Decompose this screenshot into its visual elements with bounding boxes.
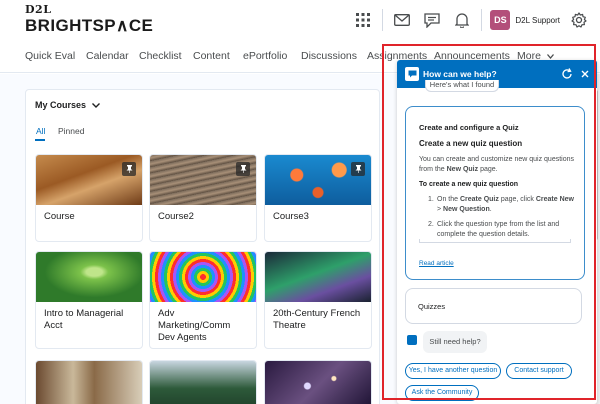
course-title: Course3 [273, 211, 309, 222]
my-courses-title[interactable]: My Courses [35, 100, 101, 110]
course-image [265, 252, 371, 302]
course-title: Intro to Managerial Acct [44, 308, 124, 331]
course-title: Adv Marketing/Comm Dev Agents [158, 308, 231, 343]
chevron-down-icon [92, 102, 101, 108]
course-image [36, 361, 142, 404]
pin-icon[interactable] [351, 162, 365, 176]
my-courses-widget [25, 89, 380, 404]
header: D2L BRIGHTSP∧CE DS D2L Support [0, 0, 600, 40]
course-title: Course [44, 211, 75, 222]
tab-pinned[interactable]: Pinned [58, 126, 84, 136]
course-card[interactable]: Course2 [149, 154, 257, 242]
nav-item-content[interactable]: Content [193, 50, 230, 62]
course-image [150, 361, 256, 404]
course-image [150, 252, 256, 302]
tab-active-indicator [35, 139, 45, 141]
tab-all[interactable]: All [36, 126, 45, 136]
course-card[interactable]: Adv Marketing/Comm Dev Agents [149, 251, 257, 349]
mail-icon[interactable] [387, 0, 417, 40]
user-name[interactable]: D2L Support [515, 16, 560, 25]
highlight-box [382, 44, 596, 400]
course-card[interactable]: Intro to Managerial Acct [35, 251, 143, 349]
pin-icon[interactable] [236, 162, 250, 176]
course-card[interactable]: Course3 [264, 154, 372, 242]
course-title: Course2 [158, 211, 194, 222]
nav-item-quick-eval[interactable]: Quick Eval [25, 50, 75, 62]
chat-icon[interactable] [417, 0, 447, 40]
logo-d2l: D2L [25, 3, 52, 16]
course-card[interactable] [264, 360, 372, 404]
grid-icon[interactable] [348, 0, 378, 40]
header-divider [382, 9, 384, 31]
course-title: 20th-Century French Theatre [273, 308, 361, 331]
avatar[interactable]: DS [490, 10, 511, 30]
header-divider [481, 9, 483, 31]
course-image [36, 252, 142, 302]
course-card[interactable] [149, 360, 257, 404]
bell-icon[interactable] [447, 0, 477, 40]
nav-item-checklist[interactable]: Checklist [139, 50, 182, 62]
header-actions: DS D2L Support [348, 0, 600, 40]
course-card[interactable]: Course [35, 154, 143, 242]
course-card[interactable] [35, 360, 143, 404]
pin-icon[interactable] [122, 162, 136, 176]
brightspace-logo[interactable]: D2L BRIGHTSP∧CE [25, 4, 153, 36]
logo-brightspace: BRIGHTSP∧CE [25, 16, 154, 35]
my-courses-label: My Courses [35, 100, 87, 110]
course-card[interactable]: 20th-Century French Theatre [264, 251, 372, 349]
nav-item-calendar[interactable]: Calendar [86, 50, 129, 62]
nav-item-eportfolio[interactable]: ePortfolio [243, 50, 287, 62]
course-image [265, 361, 371, 404]
gear-icon[interactable] [568, 0, 590, 40]
nav-item-discussions[interactable]: Discussions [301, 50, 357, 62]
